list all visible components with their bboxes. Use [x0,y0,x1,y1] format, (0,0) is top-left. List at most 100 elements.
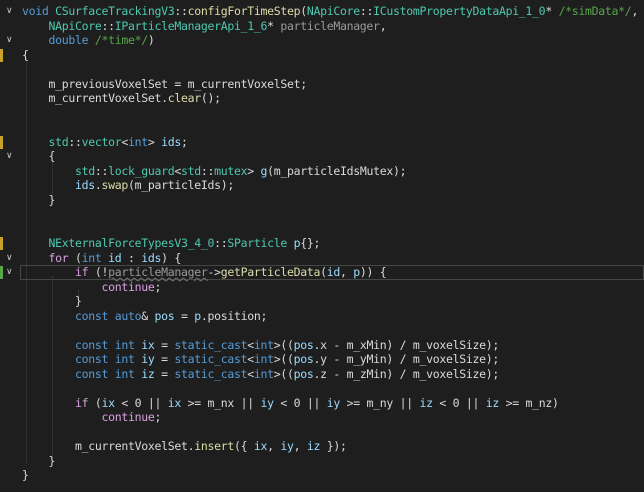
fold-chevron-icon[interactable]: ∨ [6,4,16,19]
code-token: NApiCore [22,18,102,33]
code-line[interactable]: NApiCore::IParticleManagerApi_1_6* parti… [0,19,644,34]
code-editor[interactable]: ∨ void CSurfaceTrackingV3::configForTimeS… [0,0,644,492]
code-line[interactable]: continue; [0,280,644,295]
code-token: int [114,366,142,381]
code-line[interactable]: ∨ for (int id : ids) { [0,251,644,266]
code-token: ({ [233,439,254,453]
code-line[interactable]: m_currentVoxelSet.insert({ ix, iy, iz })… [0,439,644,454]
code-line[interactable]: } [0,454,644,469]
code-line[interactable]: } [0,193,644,208]
code-token: < 0 || [273,395,327,410]
code-token: getParticleData [220,265,321,279]
code-token: ; [300,76,307,91]
code-line[interactable]: const int iy = static_cast<int>((pos.y -… [0,352,644,367]
fold-chevron-icon[interactable]: ∨ [6,149,16,164]
code-line[interactable]: if (ix < 0 || ix >= m_nx || iy < 0 || iy… [0,396,644,411]
code-token: = [174,308,195,323]
code-text: if (!particleManager->getParticleData(id… [22,265,387,280]
fold-chevron-icon[interactable]: ∨ [6,251,16,266]
code-line[interactable]: ∨ void CSurfaceTrackingV3::configForTimeS… [0,4,644,19]
code-token: :: [359,4,374,18]
code-token: < [247,352,254,366]
code-token: -> [207,265,221,279]
code-line[interactable] [0,222,644,237]
code-token: m_ny [366,395,394,410]
code-line[interactable]: const int iz = static_cast<int>((pos.z -… [0,367,644,382]
code-token: , [339,265,354,279]
code-line[interactable] [0,106,644,121]
code-line[interactable]: const auto& pos = p.position; [0,309,644,324]
code-token: ) / [386,352,413,366]
code-token: m_particleIds [134,178,221,192]
code-line[interactable] [0,120,644,135]
code-line[interactable]: ∨ if (!particleManager->getParticleData(… [0,265,644,280]
code-token: : [121,250,142,265]
code-line[interactable] [0,381,644,396]
code-line[interactable]: NExternalForceTypesV3_4_0::SParticle p{}… [0,236,644,251]
code-text: double /*time*/) [22,33,154,48]
code-line[interactable]: m_currentVoxelSet.clear(); [0,91,644,106]
fold-chevron-icon[interactable]: ∨ [6,265,16,280]
code-token: NExternalForceTypesV3_4_0 [22,236,215,250]
code-line[interactable]: ∨ { [0,149,644,164]
code-text: continue; [22,410,161,425]
fold-chevron-icon[interactable]: ∨ [6,33,16,48]
code-token: m_nz [525,395,553,410]
code-token: . [161,91,168,105]
code-text: const int iz = static_cast<int>((pos.z -… [22,367,499,382]
code-token: :: [214,236,228,250]
code-token: , [267,439,281,453]
code-token: - [326,352,347,366]
code-text: const int ix = static_cast<int>((pos.x -… [22,338,499,353]
code-token: ix [101,395,116,410]
code-token: ) [552,395,559,410]
code-token: ix [167,395,182,410]
code-line[interactable]: std::lock_guard<std::mutex> g(m_particle… [0,164,644,179]
code-token: int [114,352,142,366]
code-token: < [121,134,128,149]
code-line[interactable]: ids.swap(m_particleIds); [0,178,644,193]
code-line[interactable] [0,323,644,338]
code-token: m_yMin [346,352,387,366]
code-token: >(( [273,337,294,352]
code-token: { [22,47,29,62]
code-token: static_cast [174,352,248,366]
code-token: ICustomPropertyDataApi_1_0 [373,4,546,18]
code-token: y [320,352,327,366]
code-text: std::vector<int> ids; [22,134,187,150]
code-line[interactable]: continue; [0,410,644,425]
code-token: = [167,76,188,91]
code-line[interactable]: const int ix = static_cast<int>((pos.x -… [0,338,644,353]
code-line[interactable]: m_previousVoxelSet = m_currentVoxelSet; [0,77,644,92]
code-line[interactable]: } [0,468,644,483]
code-token: static_cast [174,337,248,352]
code-token: int [81,250,109,265]
code-line[interactable]: ∨ double /*time*/) [0,33,644,48]
code-token: & [141,308,155,323]
code-token: :: [174,4,188,18]
code-line[interactable] [0,207,644,222]
code-token: insert [194,439,234,453]
code-token: id [108,250,122,265]
code-token: continue [22,410,155,424]
code-line[interactable] [0,425,644,440]
code-token: > [247,163,261,178]
code-token: < 0 || [114,395,168,410]
modified-line-marker [0,135,3,149]
code-token: x [320,337,327,352]
code-token: }); [320,439,347,453]
code-text: for (int id : ids) { [22,251,181,266]
code-line[interactable]: { [0,48,644,63]
code-token: ; [154,410,162,424]
code-token: m_particleIdsMutex [273,163,394,178]
code-token: ix [141,337,155,352]
code-token: :: [200,163,215,178]
code-line[interactable]: std::vector<int> ids; [0,135,644,150]
added-line-marker [0,266,3,279]
code-line[interactable] [0,62,644,77]
code-token: ); [485,352,500,366]
code-line[interactable]: } [0,294,644,309]
code-text: } [22,193,55,208]
code-token: ids [161,134,181,149]
code-token: )) { [359,265,387,279]
